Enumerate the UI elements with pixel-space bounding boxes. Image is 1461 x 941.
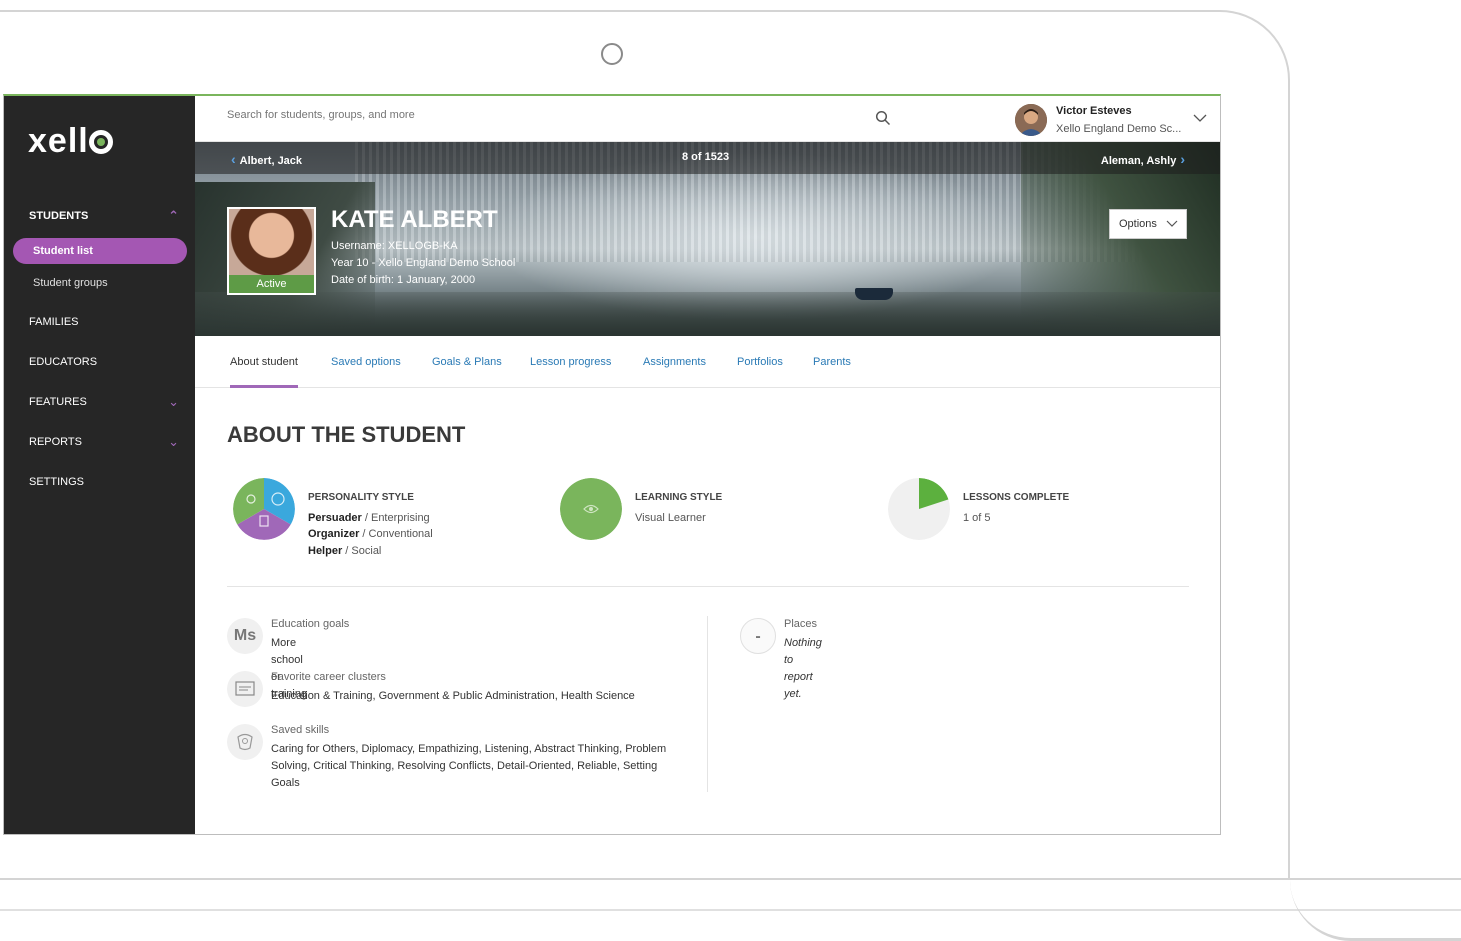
- section-divider: [227, 586, 1189, 587]
- info-label: Education goals: [271, 618, 350, 630]
- chevron-down-icon: ⌄: [168, 394, 179, 409]
- tab-bar: About student Saved options Goals & Plan…: [195, 336, 1220, 388]
- sidebar-item-features[interactable]: FEATURES ⌄: [4, 382, 195, 422]
- user-name[interactable]: Victor Esteves: [1056, 105, 1132, 117]
- personality-title: PERSONALITY STYLE: [308, 492, 414, 503]
- info-value: Caring for Others, Diplomacy, Empathizin…: [271, 743, 667, 789]
- lessons-title: LESSONS COMPLETE: [963, 492, 1070, 503]
- info-label: Places: [784, 618, 818, 630]
- laptop-base-edge: [0, 909, 1461, 911]
- info-label: Saved skills: [271, 724, 330, 736]
- student-counter: 8 of 1523: [682, 151, 730, 163]
- status-badge: Active: [229, 275, 314, 293]
- column-divider: [707, 616, 708, 792]
- student-portrait: [229, 209, 314, 275]
- sidebar-item-label: Student groups: [33, 277, 108, 289]
- info-value: Education & Training, Government & Publi…: [271, 690, 635, 702]
- eye-icon: [560, 478, 622, 540]
- tab-parents[interactable]: Parents: [813, 336, 851, 388]
- learning-title: LEARNING STYLE: [635, 492, 723, 503]
- sidebar-item-families[interactable]: FAMILIES: [4, 302, 195, 342]
- info-label: Favorite career clusters: [271, 671, 386, 683]
- personality-line: Organizer / Conventional: [308, 528, 433, 540]
- sidebar-item-reports[interactable]: REPORTS ⌄: [4, 422, 195, 462]
- app-screen: xell STUDENTS ⌃ Student list Student gro…: [3, 94, 1221, 835]
- student-year: Year 10 - Xello England Demo School: [331, 257, 516, 269]
- student-photo: Active: [227, 207, 316, 295]
- banner-background: [195, 292, 1220, 336]
- avatar[interactable]: [1015, 104, 1047, 136]
- sidebar-item-label: FEATURES: [29, 396, 87, 408]
- lessons-progress-pie: [888, 478, 950, 540]
- boat-image: [855, 288, 893, 300]
- sidebar-item-label: Student list: [33, 245, 93, 257]
- sidebar-item-educators[interactable]: EDUCATORS: [4, 342, 195, 382]
- student-navigation: Albert, Jack 8 of 1523 Aleman, Ashly: [195, 142, 1220, 174]
- student-name: KATE ALBERT: [331, 206, 498, 233]
- sidebar-item-label: FAMILIES: [29, 316, 79, 328]
- search-icon[interactable]: [875, 110, 891, 126]
- sidebar-nav: STUDENTS ⌃ Student list Student groups F…: [4, 196, 195, 502]
- info-value: Nothing to report yet.: [784, 637, 822, 700]
- laptop-base: [0, 878, 1461, 880]
- personality-line: Helper / Social: [308, 545, 382, 557]
- education-goals-icon: Ms: [227, 618, 263, 654]
- places-icon: -: [740, 618, 776, 654]
- learning-value: Visual Learner: [635, 512, 706, 524]
- tab-goals-plans[interactable]: Goals & Plans: [432, 336, 502, 388]
- personality-chart-icon: [233, 478, 295, 540]
- skills-icon: [227, 724, 263, 760]
- section-title: ABOUT THE STUDENT: [227, 422, 466, 447]
- top-bar: Victor Esteves Xello England Demo Sc...: [195, 96, 1220, 142]
- sidebar-item-settings[interactable]: SETTINGS: [4, 462, 195, 502]
- sidebar-item-label: REPORTS: [29, 436, 82, 448]
- student-details: Username: XELLOGB-KA Year 10 - Xello Eng…: [331, 238, 515, 289]
- tab-about-student[interactable]: About student: [230, 336, 298, 388]
- options-button[interactable]: Options: [1109, 209, 1187, 239]
- chevron-down-icon[interactable]: [1193, 111, 1207, 125]
- sidebar-item-label: EDUCATORS: [29, 356, 98, 368]
- chevron-down-icon: ⌄: [168, 434, 179, 449]
- next-student-link[interactable]: Aleman, Ashly: [1101, 151, 1185, 167]
- main-content: Victor Esteves Xello England Demo Sc... …: [195, 96, 1220, 834]
- sidebar-item-student-groups[interactable]: Student groups: [4, 266, 195, 300]
- tab-saved-options[interactable]: Saved options: [331, 336, 401, 388]
- chevron-up-icon: ⌃: [168, 208, 179, 223]
- options-label: Options: [1119, 218, 1157, 230]
- student-username: Username: XELLOGB-KA: [331, 240, 458, 252]
- student-dob: Date of birth: 1 January, 2000: [331, 274, 476, 286]
- search-input[interactable]: [227, 109, 867, 121]
- xello-logo[interactable]: xell: [28, 122, 113, 161]
- camera-icon: [601, 43, 623, 65]
- tab-assignments[interactable]: Assignments: [643, 336, 706, 388]
- sidebar-item-student-list[interactable]: Student list: [13, 238, 187, 264]
- user-school: Xello England Demo Sc...: [1056, 123, 1182, 135]
- previous-student-link[interactable]: Albert, Jack: [231, 151, 302, 167]
- sidebar-item-label: STUDENTS: [29, 210, 89, 222]
- sidebar: xell STUDENTS ⌃ Student list Student gro…: [4, 96, 195, 834]
- tab-lesson-progress[interactable]: Lesson progress: [530, 336, 611, 388]
- personality-line: Persuader / Enterprising: [308, 512, 430, 524]
- student-banner: Albert, Jack 8 of 1523 Aleman, Ashly Act…: [195, 142, 1220, 336]
- sidebar-item-students[interactable]: STUDENTS ⌃: [4, 196, 195, 236]
- chevron-down-icon: [1166, 220, 1178, 227]
- lessons-value: 1 of 5: [963, 512, 991, 524]
- certificate-icon: [227, 671, 263, 707]
- laptop-base-curve: [1290, 880, 1461, 941]
- tab-portfolios[interactable]: Portfolios: [737, 336, 783, 388]
- sidebar-item-label: SETTINGS: [29, 476, 85, 488]
